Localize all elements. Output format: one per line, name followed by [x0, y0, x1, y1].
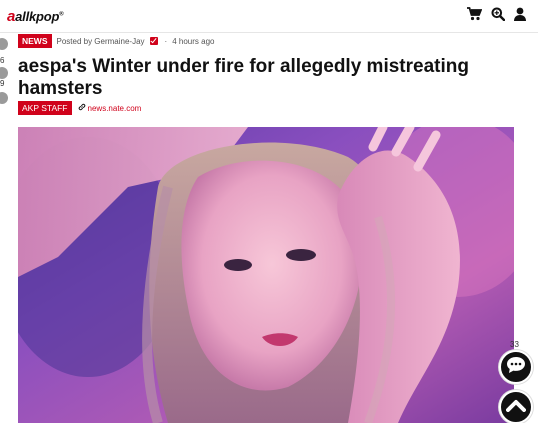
- share-button[interactable]: [0, 92, 8, 104]
- scroll-top-icon: [506, 398, 526, 417]
- logo-registered: ®: [59, 11, 64, 18]
- comments-button[interactable]: [499, 350, 533, 384]
- share-count: 6: [0, 56, 5, 65]
- cart-icon[interactable]: [467, 7, 482, 21]
- site-logo[interactable]: aallkpop®: [7, 8, 64, 25]
- share-count: 9: [0, 79, 5, 88]
- search-icon[interactable]: [491, 7, 505, 21]
- logo-text: allkpop: [15, 9, 60, 24]
- share-rail: 6 9: [0, 34, 12, 114]
- site-header: aallkpop®: [0, 0, 538, 33]
- posted-by[interactable]: Posted by Germaine-Jay: [57, 37, 145, 46]
- user-icon[interactable]: [514, 7, 526, 21]
- category-badge[interactable]: NEWS: [18, 34, 52, 48]
- article-title: aespa's Winter under fire for allegedly …: [18, 56, 488, 100]
- article-title-line: aespa's Winter under fire for allegedly …: [18, 56, 469, 77]
- comment-count: 33: [510, 340, 519, 349]
- hero-image: [18, 127, 514, 423]
- article-title-line: hamsters: [18, 78, 103, 99]
- source-text: news.nate.com: [87, 103, 142, 113]
- link-icon: [78, 103, 86, 113]
- logo-mark: a: [7, 8, 16, 25]
- separator-dot: ·: [164, 36, 168, 46]
- share-button[interactable]: [0, 38, 8, 50]
- verified-icon: [149, 37, 158, 45]
- article-byline: AKP STAFF news.nate.com: [18, 101, 141, 115]
- comment-icon: [506, 356, 526, 379]
- header-actions: [467, 7, 526, 21]
- post-time: 4 hours ago: [172, 36, 215, 46]
- share-button[interactable]: [0, 67, 8, 79]
- scroll-top-button[interactable]: [499, 390, 533, 423]
- staff-badge[interactable]: AKP STAFF: [18, 101, 72, 115]
- source-link[interactable]: news.nate.com: [78, 103, 142, 113]
- article-meta: NEWS Posted by Germaine-Jay · 4 hours ag…: [18, 34, 214, 48]
